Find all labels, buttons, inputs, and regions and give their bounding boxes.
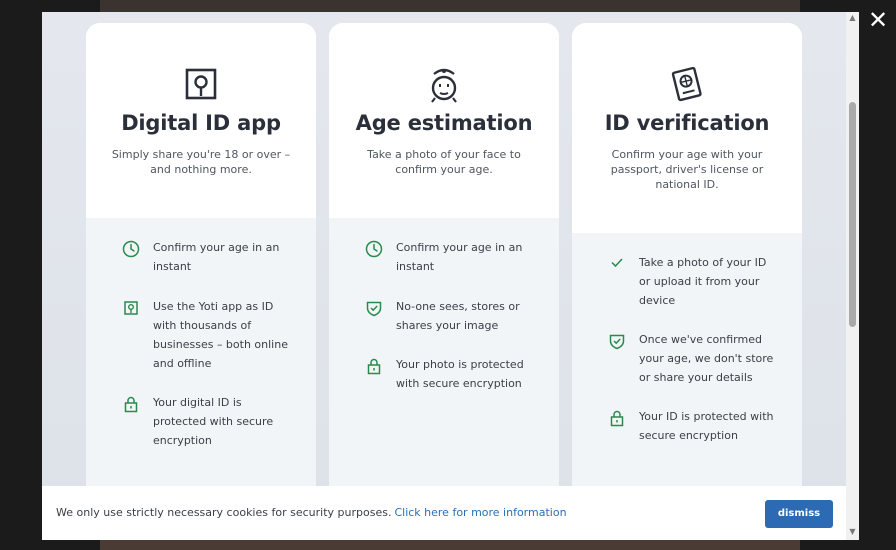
cookie-text: We only use strictly necessary cookies f… xyxy=(56,506,392,519)
yoti-app-icon xyxy=(122,299,140,317)
feature-item: Once we've confirmed your age, we don't … xyxy=(608,330,780,387)
feature-item: Confirm your age in an instant xyxy=(122,238,294,276)
card-title: Age estimation xyxy=(355,111,533,135)
cookie-banner: We only use strictly necessary cookies f… xyxy=(42,486,846,540)
card-header: Digital ID app Simply share you're 18 or… xyxy=(86,23,316,218)
clock-icon xyxy=(122,240,140,258)
lock-icon xyxy=(608,409,626,427)
feature-item: Confirm your age in an instant xyxy=(365,238,537,276)
card-title: Digital ID app xyxy=(121,111,281,135)
feature-item: Use the Yoti app as ID with thousands of… xyxy=(124,297,294,373)
scroll-up-icon[interactable]: ▲ xyxy=(846,12,859,24)
card-title: ID verification xyxy=(604,111,770,135)
feature-item: Your digital ID is protected with secure… xyxy=(124,393,294,450)
feature-item: Your ID is protected with secure encrypt… xyxy=(610,407,780,445)
card-header: ID verification Confirm your age with yo… xyxy=(572,23,802,233)
feature-text: Your digital ID is protected with secure… xyxy=(153,396,274,447)
scroll-thumb[interactable] xyxy=(849,102,856,327)
card-description: Simply share you're 18 or over – and not… xyxy=(111,148,291,176)
card-id-verification[interactable]: ID verification Confirm your age with yo… xyxy=(572,23,802,540)
digital-id-icon xyxy=(182,65,220,105)
feature-text: Use the Yoti app as ID with thousands of… xyxy=(153,300,288,370)
scroll-down-icon[interactable]: ▼ xyxy=(846,526,859,538)
card-age-estimation[interactable]: Age estimation Take a photo of your face… xyxy=(329,23,559,540)
feature-item: Take a photo of your ID or upload it fro… xyxy=(610,253,780,310)
shield-check-icon xyxy=(365,299,383,317)
close-icon[interactable]: ✕ xyxy=(866,8,890,32)
card-description: Confirm your age with your passport, dri… xyxy=(610,148,764,191)
cookie-info-link[interactable]: Click here for more information xyxy=(394,506,566,519)
card-header: Age estimation Take a photo of your face… xyxy=(329,23,559,218)
card-description: Take a photo of your face to confirm you… xyxy=(367,148,521,176)
modal-scrollbar[interactable]: ▲ ▼ xyxy=(846,12,859,540)
lock-icon xyxy=(122,395,140,413)
clock-icon xyxy=(365,240,383,258)
check-icon xyxy=(608,253,626,271)
passport-icon xyxy=(668,65,706,105)
feature-text: Your photo is protected with secure encr… xyxy=(396,358,524,390)
lock-icon xyxy=(365,357,383,375)
modal-content: Digital ID app Simply share you're 18 or… xyxy=(42,12,846,540)
age-verification-modal: Digital ID app Simply share you're 18 or… xyxy=(42,12,859,540)
page-backdrop-top xyxy=(100,0,800,12)
feature-text: Take a photo of your ID or upload it fro… xyxy=(639,256,767,307)
page-backdrop-bottom xyxy=(100,540,800,550)
feature-text: No-one sees, stores or shares your image xyxy=(396,300,520,332)
dismiss-button[interactable]: dismiss xyxy=(765,500,833,528)
feature-text: Your ID is protected with secure encrypt… xyxy=(639,410,774,442)
feature-text: Confirm your age in an instant xyxy=(396,241,523,273)
cookie-message: We only use strictly necessary cookies f… xyxy=(56,506,567,519)
feature-item: Your photo is protected with secure encr… xyxy=(367,355,537,393)
feature-text: Once we've confirmed your age, we don't … xyxy=(639,333,774,384)
shield-check-icon xyxy=(608,332,626,350)
face-scan-icon xyxy=(425,65,463,105)
feature-text: Confirm your age in an instant xyxy=(153,241,280,273)
feature-item: No-one sees, stores or shares your image xyxy=(365,297,537,335)
card-digital-id[interactable]: Digital ID app Simply share you're 18 or… xyxy=(86,23,316,540)
